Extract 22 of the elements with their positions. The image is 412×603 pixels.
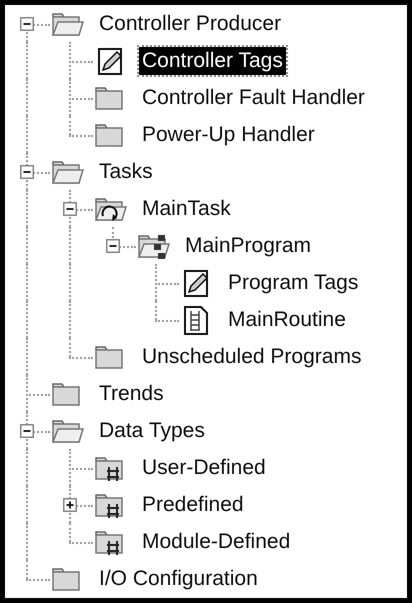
- tree-item[interactable]: Trends: [96, 380, 167, 408]
- expand-toggle[interactable]: [63, 202, 77, 216]
- tree-item[interactable]: Controller Tags: [139, 46, 286, 74]
- tree-item[interactable]: MainRoutine: [225, 306, 349, 334]
- tree-item[interactable]: Controller Producer: [96, 10, 284, 38]
- tree-item[interactable]: MainTask: [139, 194, 234, 222]
- tree-item[interactable]: Program Tags: [225, 268, 362, 296]
- tree-item[interactable]: Power-Up Handler: [139, 120, 318, 148]
- expand-toggle[interactable]: [20, 424, 34, 438]
- tree-item[interactable]: I/O Configuration: [96, 564, 261, 592]
- tree-item[interactable]: Tasks: [96, 158, 156, 186]
- expand-toggle[interactable]: [63, 498, 77, 512]
- tree-item[interactable]: User-Defined: [139, 454, 269, 482]
- expand-toggle[interactable]: [20, 165, 34, 179]
- expand-toggle[interactable]: [106, 239, 120, 253]
- tree-item[interactable]: Data Types: [96, 416, 208, 444]
- tree-item[interactable]: Module-Defined: [139, 528, 294, 556]
- tree-item[interactable]: Predefined: [139, 490, 247, 518]
- tree-item[interactable]: Controller Fault Handler: [139, 84, 368, 112]
- tree-item[interactable]: Unscheduled Programs: [139, 342, 364, 370]
- tree-item[interactable]: MainProgram: [182, 232, 314, 260]
- expand-toggle[interactable]: [20, 17, 34, 31]
